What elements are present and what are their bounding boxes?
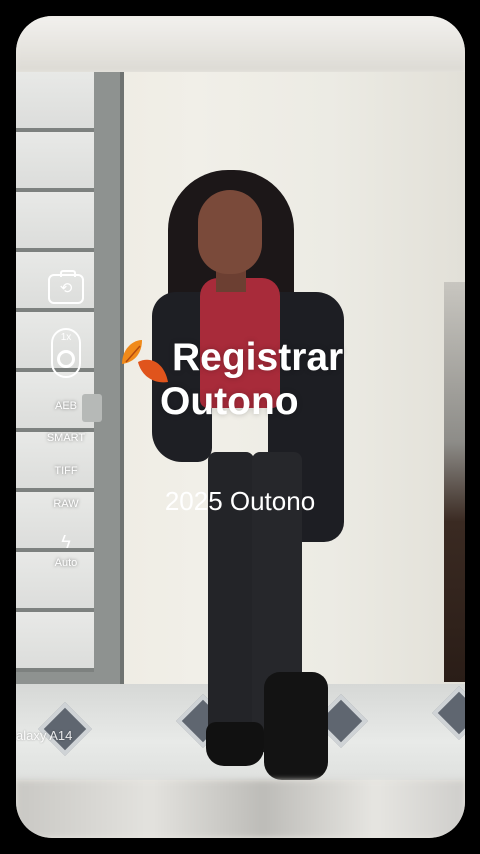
tiff-toggle[interactable]: TIFF <box>16 465 116 477</box>
smart-toggle[interactable]: SMART <box>16 432 116 444</box>
camera-flip-icon[interactable]: ⟲ <box>48 270 84 304</box>
flash-mode-label[interactable]: Auto <box>16 557 116 569</box>
boot-right <box>264 672 328 780</box>
face <box>198 190 262 274</box>
headline-line-2: Outono <box>160 380 299 423</box>
zoom-ring-icon <box>57 350 75 368</box>
season-subtitle-text: 2025 Outono <box>164 486 316 516</box>
headline-line-1: Registrar <box>172 336 344 379</box>
headline: Registrar Outono <box>118 336 343 424</box>
zoom-toggle[interactable]: 1x <box>51 328 81 378</box>
camera-controls: ⟲ 1x AEB SMART TIFF RAW ϟ Auto <box>16 0 116 854</box>
flash-icon[interactable]: ϟ <box>16 532 116 552</box>
aeb-toggle[interactable]: AEB <box>16 400 116 412</box>
zoom-label: 1x <box>60 332 72 343</box>
boot-left <box>206 722 264 766</box>
camera-flip-arrows-icon: ⟲ <box>59 280 73 297</box>
season-subtitle: 2025 Outono <box>0 486 480 517</box>
